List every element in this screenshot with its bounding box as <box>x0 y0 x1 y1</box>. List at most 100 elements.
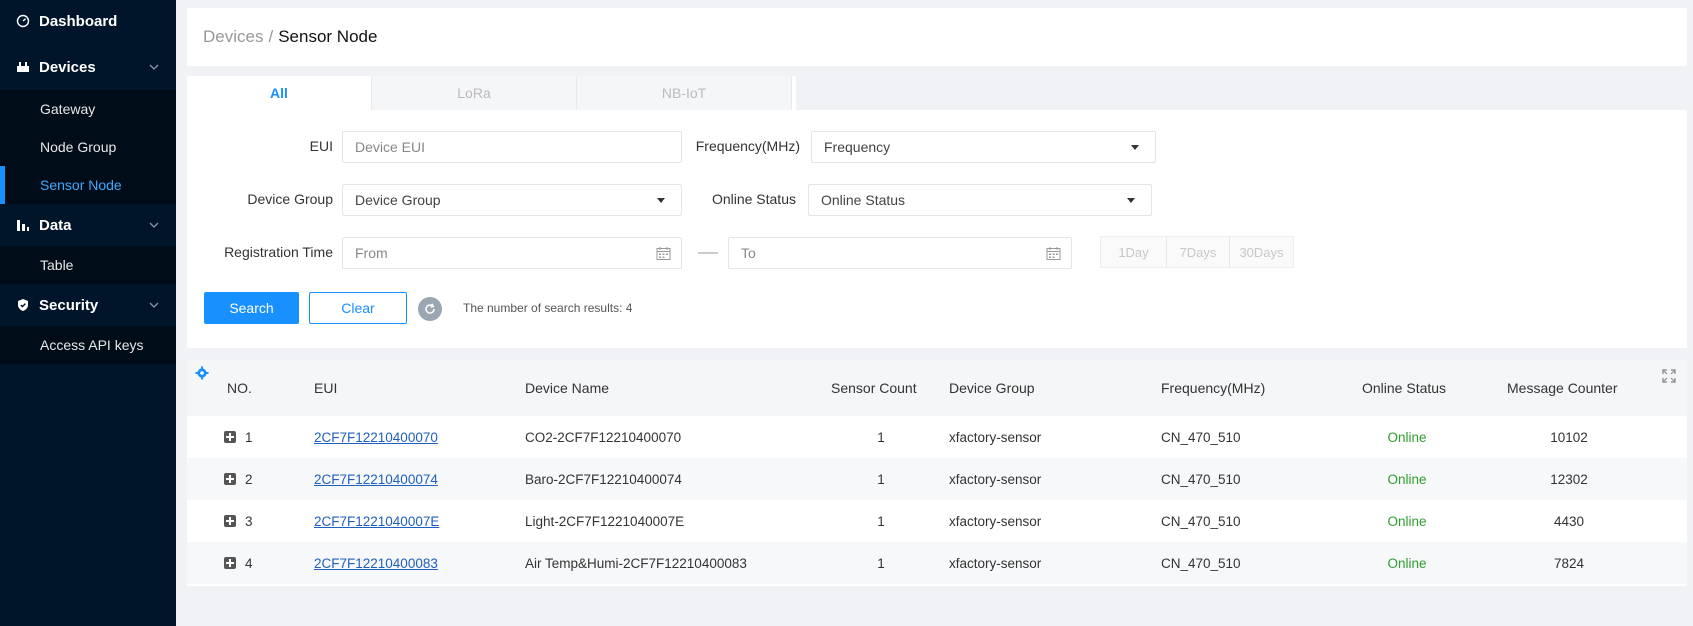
expand-row-icon[interactable] <box>224 557 236 569</box>
filter-panel: All LoRa NB-IoT EUI Device EUI Frequency… <box>187 76 1687 348</box>
search-result-count: The number of search results: 4 <box>463 301 633 315</box>
date-to-input[interactable]: To <box>728 237 1072 269</box>
tab-nb-iot[interactable]: NB-IoT <box>577 76 792 110</box>
tab-bar: All LoRa NB-IoT <box>187 76 792 110</box>
cell-sensor-count: 1 <box>877 430 885 445</box>
cell-sensor-count: 1 <box>877 472 885 487</box>
cell-online-status: Online <box>1387 556 1427 571</box>
calendar-icon[interactable] <box>1046 246 1061 261</box>
cell-online-status: Online <box>1387 472 1427 487</box>
table-row[interactable]: 2 2CF7F12210400074 Baro-2CF7F12210400074… <box>187 458 1687 500</box>
cell-frequency: CN_470_510 <box>1161 556 1241 571</box>
col-header-online-status: Online Status <box>1362 380 1447 396</box>
device-group-select[interactable]: Device Group <box>342 184 682 216</box>
cell-eui-link[interactable]: 2CF7F12210400070 <box>314 430 438 445</box>
sidebar-item-table[interactable]: Table <box>0 246 176 284</box>
calendar-icon[interactable] <box>656 246 671 261</box>
sidebar-item-node-group[interactable]: Node Group <box>0 128 176 166</box>
frequency-label: Frequency(MHz) <box>695 138 800 154</box>
cell-frequency: CN_470_510 <box>1161 514 1241 529</box>
cell-message-counter: 10102 <box>1550 430 1588 445</box>
sidebar-item-gateway[interactable]: Gateway <box>0 90 176 128</box>
col-header-no: NO. <box>227 380 252 396</box>
nav-security[interactable]: Security <box>0 284 176 326</box>
cell-eui-link[interactable]: 2CF7F1221040007E <box>314 514 439 529</box>
cell-message-counter: 12302 <box>1550 472 1588 487</box>
tab-all[interactable]: All <box>187 76 372 110</box>
refresh-button[interactable] <box>418 297 442 321</box>
cell-device-group: xfactory-sensor <box>949 430 1042 445</box>
cell-no: 3 <box>245 514 253 529</box>
dashboard-icon <box>16 14 30 28</box>
sidebar-item-sensor-node[interactable]: Sensor Node <box>0 166 176 204</box>
bar-chart-icon <box>16 218 30 232</box>
online-status-select-value: Online Status <box>821 192 906 208</box>
col-header-eui: EUI <box>314 380 338 396</box>
table-row[interactable]: 4 2CF7F12210400083 Air Temp&Humi-2CF7F12… <box>187 542 1687 584</box>
quick-range-30days[interactable]: 30Days <box>1230 237 1293 267</box>
nav-dashboard[interactable]: Dashboard <box>0 0 176 42</box>
cell-frequency: CN_470_510 <box>1161 430 1241 445</box>
nav-data-label: Data <box>39 216 72 234</box>
tab-bar-filler <box>796 76 1687 110</box>
cell-sensor-count: 1 <box>877 556 885 571</box>
cell-online-status: Online <box>1387 514 1427 529</box>
expand-row-icon[interactable] <box>224 473 236 485</box>
cell-device-group: xfactory-sensor <box>949 472 1042 487</box>
sidebar-item-label: Access API keys <box>40 337 144 353</box>
gear-icon[interactable] <box>195 366 209 380</box>
table-row[interactable]: 3 2CF7F1221040007E Light-2CF7F1221040007… <box>187 500 1687 542</box>
cell-device-name: Baro-2CF7F12210400074 <box>525 472 682 487</box>
cell-online-status: Online <box>1387 430 1427 445</box>
shield-icon <box>16 298 30 312</box>
device-group-label: Device Group <box>247 191 333 207</box>
date-to-placeholder: To <box>741 245 756 261</box>
cell-device-name: CO2-2CF7F12210400070 <box>525 430 682 445</box>
col-header-device-group: Device Group <box>949 380 1035 396</box>
breadcrumb-devices[interactable]: Devices <box>203 27 263 47</box>
quick-range-1day[interactable]: 1Day <box>1101 237 1167 267</box>
quick-range-7days[interactable]: 7Days <box>1167 237 1230 267</box>
cell-device-name: Air Temp&Humi-2CF7F12210400083 <box>525 556 747 571</box>
date-from-input[interactable]: From <box>342 237 682 269</box>
cell-sensor-count: 1 <box>877 514 885 529</box>
registration-time-label: Registration Time <box>224 244 333 260</box>
online-status-select[interactable]: Online Status <box>808 184 1152 216</box>
table-header: NO. EUI Device Name Sensor Count Device … <box>187 360 1687 416</box>
expand-row-icon[interactable] <box>224 431 236 443</box>
nav-devices[interactable]: Devices <box>0 46 176 88</box>
expand-row-icon[interactable] <box>224 515 236 527</box>
sidebar-item-label: Sensor Node <box>40 177 122 193</box>
caret-down-icon <box>657 198 665 203</box>
main-content: Devices / Sensor Node All LoRa NB-IoT EU… <box>176 0 1693 626</box>
breadcrumb: Devices / Sensor Node <box>187 8 1687 66</box>
eui-input[interactable]: Device EUI <box>342 131 682 163</box>
nav-data[interactable]: Data <box>0 204 176 246</box>
search-button[interactable]: Search <box>204 292 299 324</box>
frequency-select-value: Frequency <box>824 139 891 155</box>
chevron-down-icon <box>149 64 159 70</box>
frequency-select[interactable]: Frequency <box>811 131 1156 163</box>
chevron-down-icon <box>149 222 159 228</box>
col-header-sensor-count: Sensor Count <box>831 380 917 396</box>
date-range-separator <box>698 252 718 254</box>
cell-message-counter: 4430 <box>1553 514 1585 529</box>
col-header-message-counter: Message Counter <box>1507 380 1618 396</box>
table-row[interactable]: 1 2CF7F12210400070 CO2-2CF7F12210400070 … <box>187 416 1687 458</box>
caret-down-icon <box>1131 145 1139 150</box>
cell-eui-link[interactable]: 2CF7F12210400074 <box>314 472 438 487</box>
chevron-down-icon <box>149 302 159 308</box>
cell-message-counter: 7824 <box>1553 556 1585 571</box>
sidebar-item-label: Node Group <box>40 139 117 155</box>
fullscreen-icon[interactable] <box>1661 368 1677 384</box>
sidebar-item-access-api-keys[interactable]: Access API keys <box>0 326 176 364</box>
quick-range-group: 1Day 7Days 30Days <box>1100 236 1294 268</box>
tab-lora[interactable]: LoRa <box>372 76 577 110</box>
cell-device-group: xfactory-sensor <box>949 556 1042 571</box>
cell-no: 1 <box>245 430 253 445</box>
cell-no: 2 <box>245 472 253 487</box>
clear-button[interactable]: Clear <box>309 292 407 324</box>
online-status-label: Online Status <box>711 191 796 207</box>
cell-eui-link[interactable]: 2CF7F12210400083 <box>314 556 438 571</box>
device-group-select-value: Device Group <box>355 192 441 208</box>
